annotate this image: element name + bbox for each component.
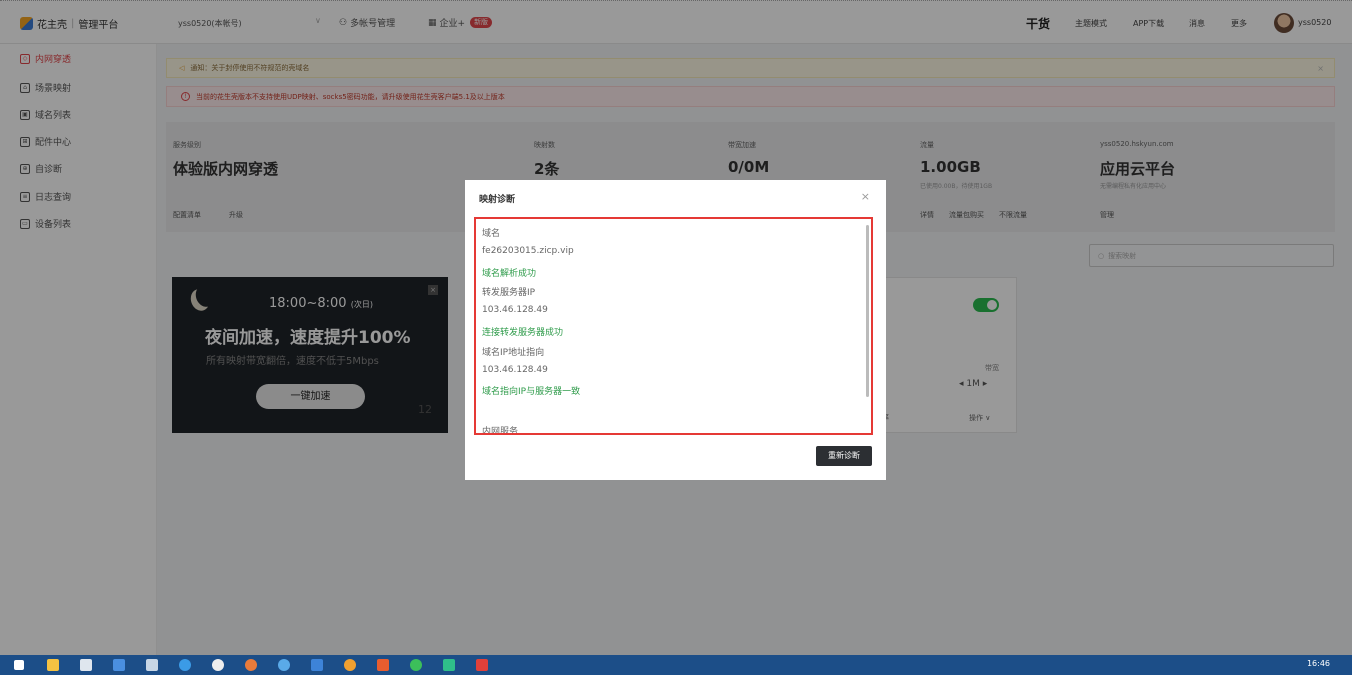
app-icon[interactable] [443, 659, 455, 671]
result-line: 域名指向IP与服务器一致 [482, 387, 581, 397]
app-icon[interactable] [80, 659, 92, 671]
result-line: 域名 [482, 229, 501, 239]
app-icon[interactable] [146, 659, 158, 671]
windows-start-icon[interactable] [14, 660, 24, 670]
close-icon[interactable]: × [861, 190, 870, 203]
result-line: 域名IP地址指向 [482, 348, 545, 358]
result-line: fe26203015.zicp.vip [482, 246, 574, 256]
browser-icon[interactable] [179, 659, 191, 671]
result-line: 103.46.128.49 [482, 365, 548, 375]
search-icon[interactable] [278, 659, 290, 671]
result-line: 转发服务器IP [482, 288, 536, 298]
app-icon[interactable] [311, 659, 323, 671]
scrollbar[interactable] [866, 225, 869, 397]
rediagnose-button[interactable]: 重新诊断 [816, 446, 872, 466]
result-line: 内网服务 [482, 427, 519, 435]
diagnosis-results[interactable]: 域名 fe26203015.zicp.vip 域名解析成功 转发服务器IP 10… [474, 217, 873, 435]
app-icon[interactable] [245, 659, 257, 671]
result-line: 连接转发服务器成功 [482, 328, 564, 338]
dialog-title: 映射诊断 [479, 195, 516, 205]
file-explorer-icon[interactable] [47, 659, 59, 671]
result-line: 103.46.128.49 [482, 305, 548, 315]
chrome-icon[interactable] [344, 659, 356, 671]
diagnosis-dialog: 映射诊断 × 域名 fe26203015.zicp.vip 域名解析成功 转发服… [465, 180, 886, 480]
result-line: 域名解析成功 [482, 269, 537, 279]
app-icon[interactable] [377, 659, 389, 671]
clock: 16:46 [1306, 659, 1330, 668]
app-icon[interactable] [212, 659, 224, 671]
wechat-icon[interactable] [410, 659, 422, 671]
app-icon[interactable] [113, 659, 125, 671]
wps-icon[interactable] [476, 659, 488, 671]
taskbar: 16:46 [0, 655, 1352, 675]
